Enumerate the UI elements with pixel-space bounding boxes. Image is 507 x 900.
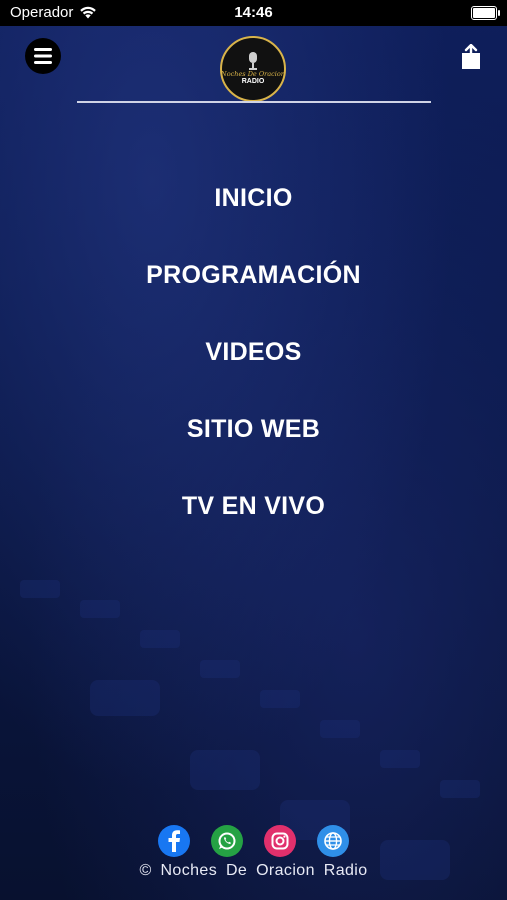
header-divider [77, 101, 431, 103]
copyright-footer: © Noches De Oracion Radio [139, 862, 368, 879]
station-logo: Noches De Oracion RADIO [220, 36, 286, 102]
microphone-icon [249, 52, 257, 70]
social-links [0, 825, 507, 857]
logo-title: Noches De Oracion [221, 70, 285, 78]
main-menu: INICIO PROGRAMACIÓN VIDEOS SITIO WEB TV … [0, 160, 507, 545]
menu-item-inicio[interactable]: INICIO [0, 160, 507, 237]
battery-icon [471, 6, 500, 20]
whatsapp-icon[interactable] [211, 825, 243, 857]
menu-item-videos[interactable]: VIDEOS [0, 314, 507, 391]
facebook-icon[interactable] [158, 825, 190, 857]
share-icon[interactable] [459, 44, 483, 70]
status-time: 14:46 [234, 4, 273, 21]
globe-icon[interactable] [317, 825, 349, 857]
menu-item-sitio-web[interactable]: SITIO WEB [0, 391, 507, 468]
status-bar: Operador 14:46 [0, 0, 507, 26]
menu-item-tv-en-vivo[interactable]: TV EN VIVO [0, 468, 507, 545]
logo-subtitle: RADIO [241, 78, 265, 85]
hamburger-menu-button[interactable] [25, 38, 61, 74]
app-screen: Operador 14:46 Noches De Oracion RADIO I… [0, 0, 507, 900]
instagram-icon[interactable] [264, 825, 296, 857]
hamburger-icon [34, 48, 52, 64]
menu-item-programacion[interactable]: PROGRAMACIÓN [0, 237, 507, 314]
